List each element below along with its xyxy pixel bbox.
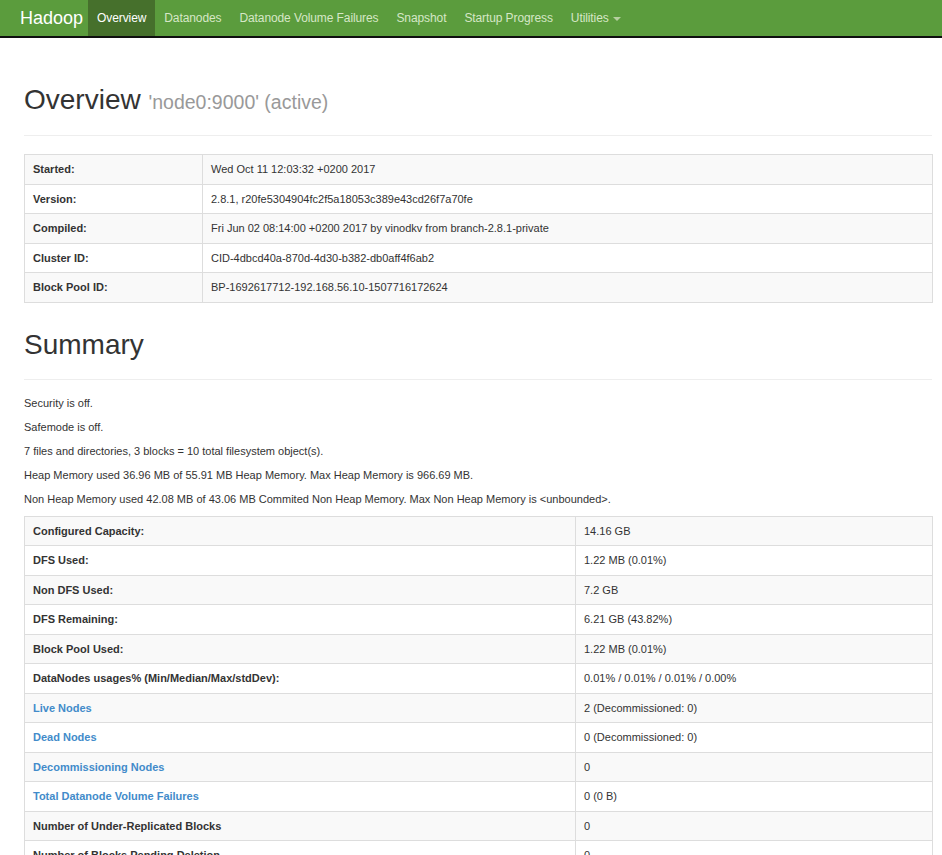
row-label: Configured Capacity: — [25, 516, 576, 546]
nav-link-utilities[interactable]: Utilities — [562, 0, 630, 36]
summary-paragraphs: Security is off. Safemode is off. 7 files … — [24, 380, 932, 507]
overview-table: Started:Wed Oct 11 12:03:32 +0200 2017Ve… — [24, 154, 933, 303]
table-row: Dead Nodes 0 (Decommissioned: 0) — [25, 723, 933, 753]
row-value: Wed Oct 11 12:03:32 +0200 2017 — [203, 155, 933, 185]
brand-hadoop[interactable]: Hadoop — [0, 0, 88, 36]
row-label: Compiled: — [25, 214, 203, 244]
row-value: 7.2 GB — [576, 575, 933, 605]
nav-link-datanode-volume-failures[interactable]: Datanode Volume Failures — [230, 0, 387, 36]
summary-line: Security is off. — [24, 396, 932, 411]
row-label: Number of Blocks Pending Deletion — [25, 841, 576, 855]
page-title-text: Overview — [24, 84, 141, 115]
table-row: Decommissioning Nodes 0 — [25, 752, 933, 782]
nav-link-datanodes[interactable]: Datanodes — [155, 0, 230, 36]
row-value: CID-4dbcd40a-870d-4d30-b382-db0aff4f6ab2 — [203, 243, 933, 273]
summary-title: Summary — [24, 327, 932, 363]
table-row: DFS Remaining:6.21 GB (43.82%) — [25, 605, 933, 635]
nav-item-snapshot: Snapshot — [387, 0, 455, 36]
row-label: DFS Remaining: — [25, 605, 576, 635]
summary-line: Heap Memory used 36.96 MB of 55.91 MB He… — [24, 468, 932, 483]
table-row: Block Pool ID:BP-1692617712-192.168.56.1… — [25, 273, 933, 303]
row-label: Dead Nodes — [25, 723, 576, 753]
summary-header: Summary — [24, 303, 932, 380]
summary-line: Non Heap Memory used 42.08 MB of 43.06 M… — [24, 492, 932, 507]
row-label: Number of Under-Replicated Blocks — [25, 811, 576, 841]
row-label: Cluster ID: — [25, 243, 203, 273]
row-value: 0 — [576, 811, 933, 841]
nav-link-startup-progress[interactable]: Startup Progress — [455, 0, 561, 36]
nav-item-overview: Overview — [88, 0, 155, 36]
row-value: 0 — [576, 752, 933, 782]
row-value: 0 — [576, 841, 933, 855]
row-value: 0 (Decommissioned: 0) — [576, 723, 933, 753]
table-row: Live Nodes 2 (Decommissioned: 0) — [25, 693, 933, 723]
table-row: Started:Wed Oct 11 12:03:32 +0200 2017 — [25, 155, 933, 185]
row-label: Non DFS Used: — [25, 575, 576, 605]
table-row: Version:2.8.1, r20fe5304904fc2f5a18053c3… — [25, 184, 933, 214]
table-row: Non DFS Used:7.2 GB — [25, 575, 933, 605]
navbar: Hadoop OverviewDatanodesDatanode Volume … — [0, 0, 942, 38]
row-label: Decommissioning Nodes — [25, 752, 576, 782]
nav-menu: OverviewDatanodesDatanode Volume Failure… — [88, 0, 630, 36]
table-row: Block Pool Used:1.22 MB (0.01%) — [25, 634, 933, 664]
nav-item-datanodes: Datanodes — [155, 0, 230, 36]
row-link-live-nodes[interactable]: Live Nodes — [33, 702, 92, 714]
row-value: 14.16 GB — [576, 516, 933, 546]
table-row: Cluster ID:CID-4dbcd40a-870d-4d30-b382-d… — [25, 243, 933, 273]
row-value: Fri Jun 02 08:14:00 +0200 2017 by vinodk… — [203, 214, 933, 244]
summary-table: Configured Capacity:14.16 GBDFS Used:1.2… — [24, 516, 933, 855]
row-link-dead-nodes[interactable]: Dead Nodes — [33, 731, 97, 743]
row-value: 0.01% / 0.01% / 0.01% / 0.00% — [576, 664, 933, 694]
row-link-decommissioning-nodes[interactable]: Decommissioning Nodes — [33, 761, 164, 773]
nav-item-utilities: Utilities — [562, 0, 630, 36]
page-subtitle: 'node0:9000' (active) — [148, 91, 328, 113]
row-value: 1.22 MB (0.01%) — [576, 546, 933, 576]
page-title: Overview 'node0:9000' (active) — [24, 82, 932, 120]
row-value: 0 (0 B) — [576, 782, 933, 812]
row-label: Started: — [25, 155, 203, 185]
nav-item-datanode-volume-failures: Datanode Volume Failures — [230, 0, 387, 36]
row-value: BP-1692617712-192.168.56.10-150771617262… — [203, 273, 933, 303]
table-row: Total Datanode Volume Failures 0 (0 B) — [25, 782, 933, 812]
row-label: Live Nodes — [25, 693, 576, 723]
row-label: DataNodes usages% (Min/Median/Max/stdDev… — [25, 664, 576, 694]
table-row: DataNodes usages% (Min/Median/Max/stdDev… — [25, 664, 933, 694]
row-link-total-datanode-volume-failures[interactable]: Total Datanode Volume Failures — [33, 790, 199, 802]
summary-line: 7 files and directories, 3 blocks = 10 t… — [24, 444, 932, 459]
row-label: DFS Used: — [25, 546, 576, 576]
caret-down-icon — [613, 17, 621, 21]
row-label: Block Pool Used: — [25, 634, 576, 664]
nav-link-snapshot[interactable]: Snapshot — [387, 0, 455, 36]
nav-item-startup-progress: Startup Progress — [455, 0, 561, 36]
nav-link-overview[interactable]: Overview — [88, 0, 155, 36]
row-value: 6.21 GB (43.82%) — [576, 605, 933, 635]
row-label: Total Datanode Volume Failures — [25, 782, 576, 812]
row-label: Version: — [25, 184, 203, 214]
summary-line: Safemode is off. — [24, 420, 932, 435]
row-value: 1.22 MB (0.01%) — [576, 634, 933, 664]
table-row: DFS Used:1.22 MB (0.01%) — [25, 546, 933, 576]
table-row: Number of Blocks Pending Deletion0 — [25, 841, 933, 855]
table-row: Compiled:Fri Jun 02 08:14:00 +0200 2017 … — [25, 214, 933, 244]
table-row: Number of Under-Replicated Blocks0 — [25, 811, 933, 841]
main-content: Overview 'node0:9000' (active) Started:W… — [24, 38, 932, 855]
row-value: 2 (Decommissioned: 0) — [576, 693, 933, 723]
table-row: Configured Capacity:14.16 GB — [25, 516, 933, 546]
overview-header: Overview 'node0:9000' (active) — [24, 38, 932, 136]
row-label: Block Pool ID: — [25, 273, 203, 303]
row-value: 2.8.1, r20fe5304904fc2f5a18053c389e43cd2… — [203, 184, 933, 214]
